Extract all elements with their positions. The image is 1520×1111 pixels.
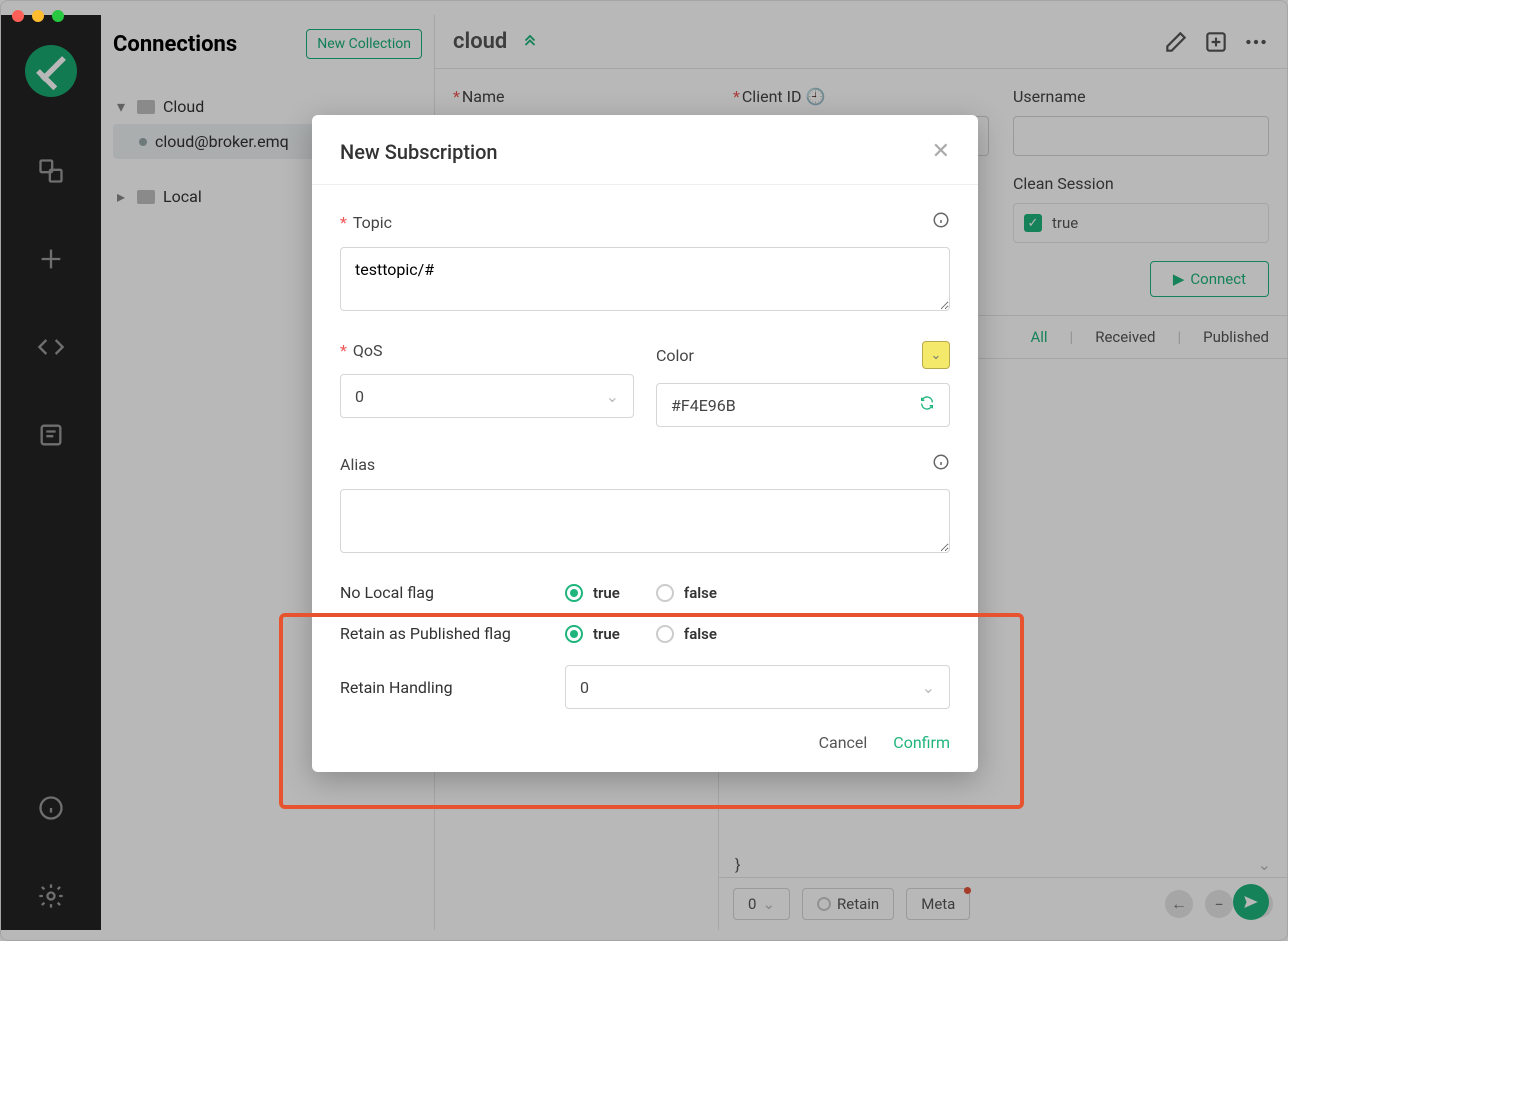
no-local-flag-label: No Local flag xyxy=(340,583,565,602)
color-input[interactable]: #F4E96B xyxy=(656,383,950,427)
retain-pub-false-radio[interactable]: false xyxy=(656,625,717,643)
color-label: Color xyxy=(656,346,694,365)
minimize-window-icon[interactable] xyxy=(32,10,44,22)
info-icon[interactable] xyxy=(932,453,950,475)
refresh-icon[interactable] xyxy=(919,395,935,415)
window-controls xyxy=(12,10,64,22)
close-icon[interactable]: ✕ xyxy=(932,139,950,164)
chevron-down-icon: ⌄ xyxy=(606,387,619,406)
cancel-button[interactable]: Cancel xyxy=(819,733,868,752)
no-local-true-radio[interactable]: true xyxy=(565,584,620,602)
zoom-window-icon[interactable] xyxy=(52,10,64,22)
topic-label: Topic xyxy=(353,213,392,232)
qos-select[interactable]: 0⌄ xyxy=(340,374,634,418)
alias-input[interactable] xyxy=(340,489,950,553)
new-subscription-dialog: New Subscription ✕ * Topic *QoS 0⌄ xyxy=(312,115,978,772)
no-local-false-radio[interactable]: false xyxy=(656,584,717,602)
info-icon[interactable] xyxy=(932,211,950,233)
confirm-button[interactable]: Confirm xyxy=(893,733,950,752)
close-window-icon[interactable] xyxy=(12,10,24,22)
retain-handling-select[interactable]: 0⌄ xyxy=(565,665,950,709)
dialog-title: New Subscription xyxy=(340,140,498,164)
retain-as-published-label: Retain as Published flag xyxy=(340,624,565,643)
qos-label: QoS xyxy=(353,341,383,360)
alias-label: Alias xyxy=(340,455,375,474)
retain-handling-label: Retain Handling xyxy=(340,678,565,697)
chevron-down-icon: ⌄ xyxy=(922,678,935,697)
color-swatch-button[interactable]: ⌄ xyxy=(922,341,950,369)
topic-input[interactable] xyxy=(340,247,950,311)
retain-pub-true-radio[interactable]: true xyxy=(565,625,620,643)
